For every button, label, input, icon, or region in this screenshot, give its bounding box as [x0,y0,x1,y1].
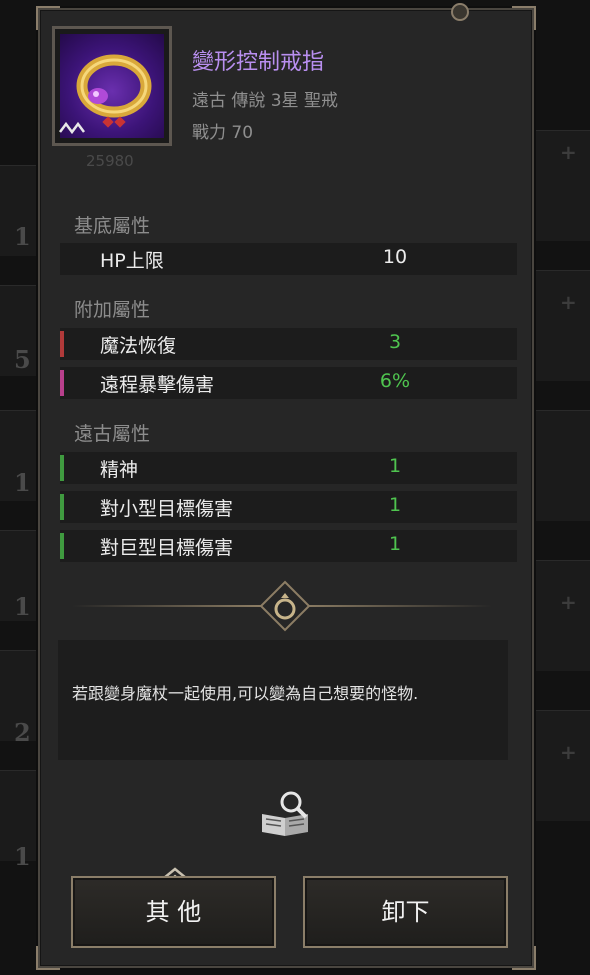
bg-slot-num: 1 [14,468,31,497]
stat-name: 對小型目標傷害 [100,498,234,520]
unequip-button[interactable]: 卸下 [303,876,508,948]
bg-slot-num: + [560,290,577,314]
section-base-title: 基底屬性 [74,215,151,237]
stat-value: 1 [388,494,402,516]
stat-value: 1 [388,533,402,555]
stat-color-bar [60,331,64,357]
stat-color-bar [60,533,64,559]
ornament-icon [451,3,469,21]
panel-corner [512,946,536,970]
stat-value: 10 [382,246,408,268]
bg-slot-num: 1 [14,842,31,871]
stat-row-ancient: 對巨型目標傷害 1 [60,530,517,562]
bg-slot-num: + [560,590,577,614]
stat-color-bar [60,370,64,396]
item-power-faint: 25980 [86,152,134,170]
stat-name: 對巨型目標傷害 [100,537,234,559]
panel-corner [36,946,60,970]
bg-slot-num: + [560,140,577,164]
panel-corner [512,6,536,30]
section-ancient-title: 遠古屬性 [74,423,151,445]
stat-value: 1 [388,455,402,477]
stat-color-bar [60,494,64,520]
stat-color-bar [60,455,64,481]
stat-row-added: 魔法恢復 3 [60,328,517,360]
ring-divider-icon [259,580,311,632]
ancient-mark-icon [59,121,85,135]
other-button[interactable]: 其 他 [71,876,276,948]
stat-value: 3 [388,331,402,353]
stat-name: 遠程暴擊傷害 [100,374,215,396]
item-description: 若跟變身魔杖一起使用,可以變為自己想要的怪物. [72,684,419,703]
bg-slot-num: 2 [14,718,31,747]
stat-row-ancient: 精神 1 [60,452,517,484]
item-meta: 遠古 傳說 3星 聖戒 [192,91,339,111]
section-added-title: 附加屬性 [74,299,151,321]
stat-name: 精神 [100,459,139,481]
stat-name: 魔法恢復 [100,335,177,357]
stat-row-added: 遠程暴擊傷害 6% [60,367,517,399]
bg-slot-num: 1 [14,592,31,621]
item-power: 戰力 70 [192,123,254,143]
stat-row-ancient: 對小型目標傷害 1 [60,491,517,523]
bg-slot-num: 5 [14,345,31,374]
stat-row-base: HP上限 10 [60,243,517,275]
bg-slot-num: + [560,740,577,764]
book-search-icon[interactable] [258,790,316,840]
bg-slot-num: 1 [14,222,31,251]
stat-name: HP上限 [100,250,164,272]
item-name: 變形控制戒指 [192,50,325,75]
stat-value: 6% [379,370,411,392]
